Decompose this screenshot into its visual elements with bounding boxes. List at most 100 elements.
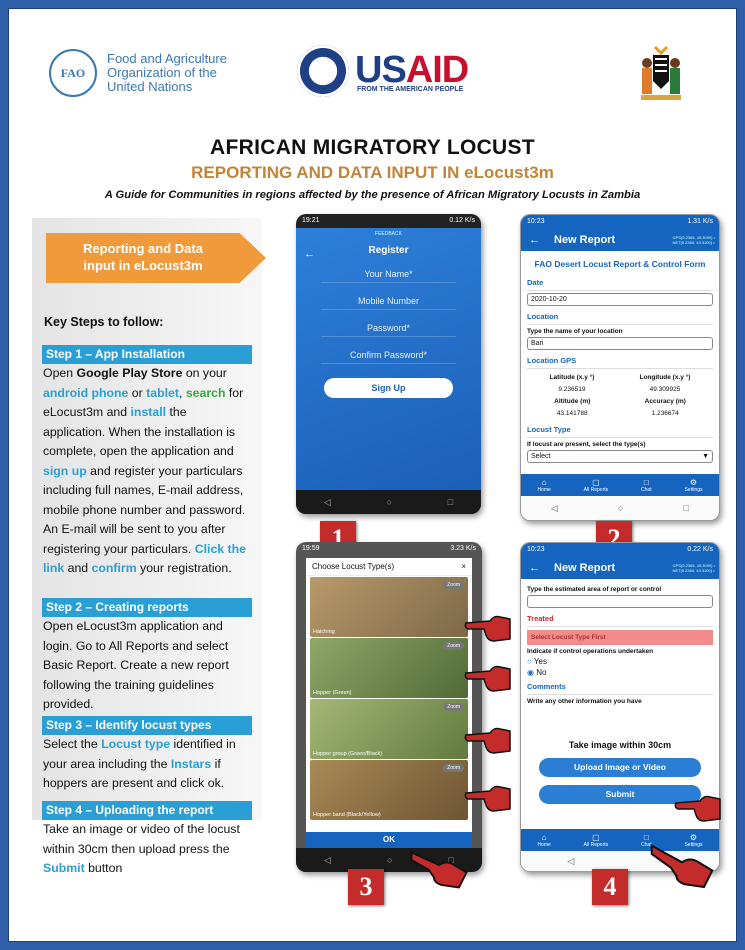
zoom-button[interactable]: Zoom xyxy=(443,764,464,772)
usaid-wordmark: USAID FROM THE AMERICAN PEOPLE xyxy=(349,48,469,93)
nav-back-icon[interactable]: ◁ xyxy=(567,856,574,867)
name-field[interactable]: Your Name* xyxy=(321,269,456,283)
usaid-word: USAID xyxy=(355,48,469,91)
pointing-hand-icon xyxy=(464,727,511,754)
tab-all-reports[interactable]: ▢ All Reports xyxy=(584,833,608,848)
radio-empty-icon: ○ xyxy=(527,657,532,666)
confirm-password-field[interactable]: Confirm Password* xyxy=(321,350,456,364)
back-arrow-icon[interactable]: ← xyxy=(529,562,540,574)
fao-line-3: United Nations xyxy=(107,79,193,94)
s3-text: Select the xyxy=(43,737,102,751)
nav-recent-icon[interactable]: □ xyxy=(684,503,689,513)
close-icon[interactable]: × xyxy=(461,562,466,571)
back-arrow-icon[interactable]: ← xyxy=(529,234,540,246)
status-bar: 19:21 0.12 K/s xyxy=(296,214,481,228)
logo-bar: FAO Food and Agriculture Organization of… xyxy=(9,9,736,119)
radio-no[interactable]: ◉ No xyxy=(527,668,713,677)
control-prompt: Indicate if control operations undertake… xyxy=(527,648,654,655)
status-bar: 10:23 1.31 K/s xyxy=(521,215,719,229)
radio-no-label: No xyxy=(536,668,547,677)
date-input[interactable]: 2020-10-20 xyxy=(527,293,713,306)
treated-warning: Select Locust Type First xyxy=(527,630,713,645)
screenshot-new-report: 10:23 1.31 K/s ← New Report GPS(9.2365, 49.… xyxy=(520,214,720,521)
pointing-hand-icon xyxy=(674,795,721,822)
tab-home[interactable]: ⌂ Home xyxy=(537,833,550,848)
s1-text: Open xyxy=(43,366,77,380)
s3-locust-type: Locust type xyxy=(101,737,171,751)
zoom-button[interactable]: Zoom xyxy=(443,703,464,711)
step-3-body: Select the Locust type identified in you… xyxy=(42,735,252,794)
s3-instars: Instars xyxy=(170,756,212,771)
status-time: 19:21 xyxy=(302,217,320,224)
latitude-value: 9.236519 xyxy=(558,386,586,393)
gps-line-2: NET(9.2365, 49.3100) • xyxy=(672,568,715,573)
longitude-value: 49.309925 xyxy=(649,386,681,393)
nav-back-icon[interactable]: ◁ xyxy=(324,497,331,508)
status-speed: 1.31 K/s xyxy=(687,218,713,225)
register-title: Register xyxy=(368,245,409,256)
back-arrow-icon[interactable]: ← xyxy=(304,248,315,260)
pointing-hand-icon xyxy=(410,851,468,889)
android-nav-bar: ◁ ○ □ xyxy=(521,496,719,520)
tab-all-reports[interactable]: ▢ All Reports xyxy=(584,478,608,493)
dropdown-arrow-icon: ▼ xyxy=(702,453,709,460)
s4-text: Take an image or video of the locust wit… xyxy=(43,822,240,856)
step-3: Step 3 – Identify locust types Select th… xyxy=(42,716,252,794)
usaid-us: US xyxy=(355,48,407,91)
password-field[interactable]: Password* xyxy=(321,323,456,337)
zoom-button[interactable]: Zoom xyxy=(443,642,464,650)
radio-checked-icon: ◉ xyxy=(527,668,534,677)
altitude-cell: Altitude (m) 43.141788 xyxy=(554,398,590,417)
tab-home[interactable]: ⌂ Home xyxy=(537,478,550,493)
fao-emblem-icon: FAO xyxy=(49,49,97,97)
fao-line-2: Organization of the xyxy=(107,65,217,80)
tab-label: Home xyxy=(537,841,551,848)
upload-button[interactable]: Upload Image or Video xyxy=(539,758,701,777)
option-hopper-green[interactable]: Zoom Hopper (Green) xyxy=(310,638,468,698)
step-4-header: Step 4 – Uploading the report xyxy=(42,801,252,820)
form-title: FAO Desert Locust Report & Control Form xyxy=(534,259,706,269)
usaid-tagline: FROM THE AMERICAN PEOPLE xyxy=(357,85,464,93)
nav-home-icon[interactable]: ○ xyxy=(387,855,392,865)
locust-type-select[interactable]: Select ▼ xyxy=(527,450,713,463)
longitude-cell: Longitude (x.y °) 49.309925 xyxy=(639,374,690,393)
nav-home-icon[interactable]: ○ xyxy=(618,503,623,513)
tab-chat[interactable]: □ Chat xyxy=(641,478,652,493)
option-hopper-band[interactable]: Zoom Hopper band (Black/Yellow) xyxy=(310,760,468,820)
latitude-label: Latitude (x.y °) xyxy=(549,374,595,381)
locust-type-section: Locust Type xyxy=(527,422,713,438)
status-time: 10:23 xyxy=(527,546,545,553)
nav-recent-icon[interactable]: □ xyxy=(448,497,453,507)
alt-acc-row: Altitude (m) 43.141788 Accuracy (m) 1.2366… xyxy=(527,398,713,417)
mobile-field[interactable]: Mobile Number xyxy=(321,296,456,310)
s4-submit: Submit xyxy=(43,861,85,875)
area-prompt: Type the estimated area of report or con… xyxy=(527,586,662,593)
s1-android: android phone xyxy=(43,385,129,400)
pointing-hand-icon xyxy=(464,785,511,812)
radio-yes[interactable]: ○ Yes xyxy=(527,657,713,666)
location-input[interactable]: Bari xyxy=(527,337,713,350)
tab-settings[interactable]: ⚙ Settings xyxy=(684,478,702,493)
gps-section: Location GPS xyxy=(527,353,713,369)
treated-section: Treated xyxy=(527,611,713,627)
accuracy-cell: Accuracy (m) 1.236674 xyxy=(645,398,686,417)
sign-up-button[interactable]: Sign Up xyxy=(324,378,453,398)
step-2: Step 2 – Creating reports Open eLocust3m… xyxy=(42,598,252,715)
nav-back-icon[interactable]: ◁ xyxy=(551,503,558,514)
select-value: Select xyxy=(531,453,551,460)
longitude-label: Longitude (x.y °) xyxy=(639,374,691,381)
poster-page: FAO Food and Agriculture Organization of… xyxy=(8,8,737,942)
s1-sign-up: sign up xyxy=(43,463,87,478)
area-input[interactable] xyxy=(527,595,713,608)
tab-label: Home xyxy=(537,486,551,493)
nav-home-icon[interactable]: ○ xyxy=(387,497,392,507)
option-label: Hopper band (Black/Yellow) xyxy=(313,812,381,818)
option-hopper-group[interactable]: Zoom Hopper group (Green/Black) xyxy=(310,699,468,759)
fao-name: Food and Agriculture Organization of the… xyxy=(107,52,227,94)
nav-back-icon[interactable]: ◁ xyxy=(324,855,331,866)
option-hatching[interactable]: Zoom Hatching xyxy=(310,577,468,637)
feedback-label[interactable]: FEEDBACK xyxy=(296,231,481,237)
comments-prompt[interactable]: Write any other information you have xyxy=(527,698,713,705)
zoom-button[interactable]: Zoom xyxy=(443,581,464,589)
appbar-title: New Report xyxy=(554,562,616,574)
